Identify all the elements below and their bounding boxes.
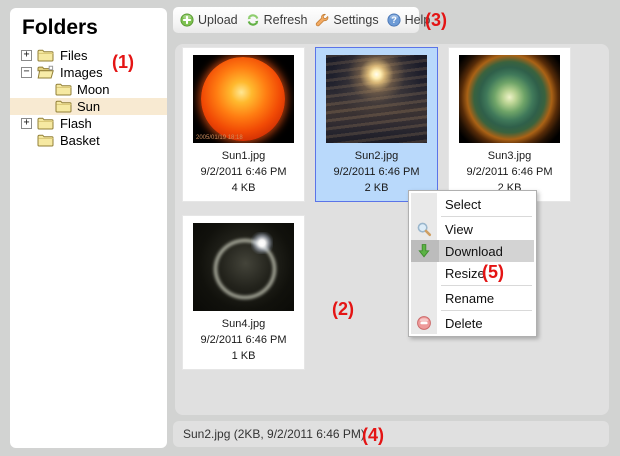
expander-icon[interactable]: + bbox=[21, 50, 32, 61]
tree-item-moon[interactable]: Moon bbox=[10, 81, 167, 98]
delete-icon bbox=[416, 315, 432, 331]
annotation-4: (4) bbox=[362, 425, 384, 446]
settings-button[interactable]: Settings bbox=[315, 13, 378, 27]
menu-item-rename[interactable]: Rename bbox=[411, 287, 534, 309]
folder-closed-icon bbox=[55, 99, 72, 113]
menu-icon-placeholder bbox=[416, 290, 432, 306]
folder-closed-icon bbox=[37, 116, 54, 130]
help-button[interactable]: ? Help bbox=[387, 13, 431, 27]
file-thumbnail-card[interactable]: Sun4.jpg 9/2/2011 6:46 PM 1 KB bbox=[182, 215, 305, 370]
menu-item-download[interactable]: Download bbox=[411, 240, 534, 262]
menu-icon-placeholder bbox=[416, 196, 432, 212]
upload-icon bbox=[180, 13, 194, 27]
menu-item-label: View bbox=[445, 222, 473, 237]
toolbar-button-label: Settings bbox=[333, 13, 378, 27]
file-name: Sun4.jpg bbox=[183, 316, 304, 332]
thumbnail-image[interactable] bbox=[459, 55, 560, 143]
folder-label: Images bbox=[60, 64, 103, 81]
folders-panel: Folders + Files − Images Moon Sun + Flas… bbox=[10, 8, 167, 448]
menu-item-view[interactable]: View bbox=[411, 218, 534, 240]
tree-item-basket[interactable]: Basket bbox=[10, 132, 167, 149]
file-size: 4 KB bbox=[183, 180, 304, 196]
folder-label: Files bbox=[60, 47, 87, 64]
svg-text:?: ? bbox=[391, 15, 396, 25]
folder-closed-icon bbox=[37, 133, 54, 147]
help-icon: ? bbox=[387, 13, 401, 27]
file-name: Sun1.jpg bbox=[183, 148, 304, 164]
menu-separator bbox=[441, 216, 532, 217]
tree-item-flash[interactable]: + Flash bbox=[10, 115, 167, 132]
expander-icon[interactable]: − bbox=[21, 67, 32, 78]
annotation-3: (3) bbox=[425, 10, 447, 31]
photo-watermark: 2005/01/19 18:18 bbox=[196, 135, 243, 141]
upload-button[interactable]: Upload bbox=[180, 13, 238, 27]
file-date: 9/2/2011 6:46 PM bbox=[183, 164, 304, 180]
menu-item-select[interactable]: Select bbox=[411, 193, 534, 215]
toolbar: Upload Refresh Settings ? Help bbox=[173, 7, 419, 33]
settings-wrench-icon bbox=[315, 13, 329, 27]
download-arrow-icon bbox=[416, 243, 432, 259]
file-manager-window: Folders + Files − Images Moon Sun + Flas… bbox=[0, 0, 620, 456]
folder-closed-icon bbox=[55, 82, 72, 96]
folder-closed-icon bbox=[37, 48, 54, 62]
sun-photo bbox=[201, 57, 285, 141]
annotation-2: (2) bbox=[332, 299, 354, 320]
folder-label: Sun bbox=[77, 98, 100, 115]
menu-item-label: Download bbox=[445, 244, 503, 259]
thumbnail-image[interactable] bbox=[193, 223, 294, 311]
menu-item-delete[interactable]: Delete bbox=[411, 312, 534, 334]
menu-item-label: Resize bbox=[445, 266, 485, 281]
folder-label: Basket bbox=[60, 132, 100, 149]
toolbar-button-label: Refresh bbox=[264, 13, 308, 27]
context-menu: Select View Download Resize Rename Delet… bbox=[408, 190, 537, 337]
expander-icon[interactable]: + bbox=[21, 118, 32, 129]
folder-label: Flash bbox=[60, 115, 92, 132]
thumbnail-image[interactable]: 2005/01/19 18:18 bbox=[193, 55, 294, 143]
folder-tree: + Files − Images Moon Sun + Flash Basket bbox=[10, 47, 167, 149]
status-bar: Sun2.jpg (2KB, 9/2/2011 6:46 PM) bbox=[173, 421, 609, 447]
tree-item-sun[interactable]: Sun bbox=[10, 98, 167, 115]
menu-item-resize[interactable]: Resize bbox=[411, 262, 534, 284]
menu-separator bbox=[441, 285, 532, 286]
files-area: 2005/01/19 18:18 Sun1.jpg 9/2/2011 6:46 … bbox=[175, 44, 609, 415]
folders-panel-title: Folders bbox=[10, 8, 167, 47]
file-date: 9/2/2011 6:46 PM bbox=[316, 164, 437, 180]
tree-item-images[interactable]: − Images bbox=[10, 64, 167, 81]
thumbnail-image[interactable] bbox=[326, 55, 427, 143]
status-text: Sun2.jpg (2KB, 9/2/2011 6:46 PM) bbox=[183, 427, 365, 441]
file-name: Sun2.jpg bbox=[316, 148, 437, 164]
toolbar-button-label: Upload bbox=[198, 13, 238, 27]
menu-item-label: Rename bbox=[445, 291, 494, 306]
annotation-1: (1) bbox=[112, 52, 134, 73]
file-name: Sun3.jpg bbox=[449, 148, 570, 164]
magnifier-icon bbox=[416, 221, 432, 237]
refresh-icon bbox=[246, 13, 260, 27]
menu-item-label: Select bbox=[445, 197, 481, 212]
file-thumbnail-card[interactable]: Sun2.jpg 9/2/2011 6:46 PM 2 KB bbox=[315, 47, 438, 202]
menu-icon-placeholder bbox=[416, 265, 432, 281]
file-size: 1 KB bbox=[183, 348, 304, 364]
folder-label: Moon bbox=[77, 81, 110, 98]
menu-separator bbox=[441, 310, 532, 311]
tree-item-files[interactable]: + Files bbox=[10, 47, 167, 64]
file-date: 9/2/2011 6:46 PM bbox=[183, 332, 304, 348]
annotation-5: (5) bbox=[482, 262, 504, 283]
menu-item-label: Delete bbox=[445, 316, 483, 331]
file-thumbnail-card[interactable]: Sun3.jpg 9/2/2011 6:46 PM 2 KB bbox=[448, 47, 571, 202]
refresh-button[interactable]: Refresh bbox=[246, 13, 308, 27]
folder-open-icon bbox=[37, 65, 54, 79]
sun-photo bbox=[459, 55, 560, 143]
file-date: 9/2/2011 6:46 PM bbox=[449, 164, 570, 180]
file-thumbnail-card[interactable]: 2005/01/19 18:18 Sun1.jpg 9/2/2011 6:46 … bbox=[182, 47, 305, 202]
eclipse-flare bbox=[251, 232, 273, 254]
